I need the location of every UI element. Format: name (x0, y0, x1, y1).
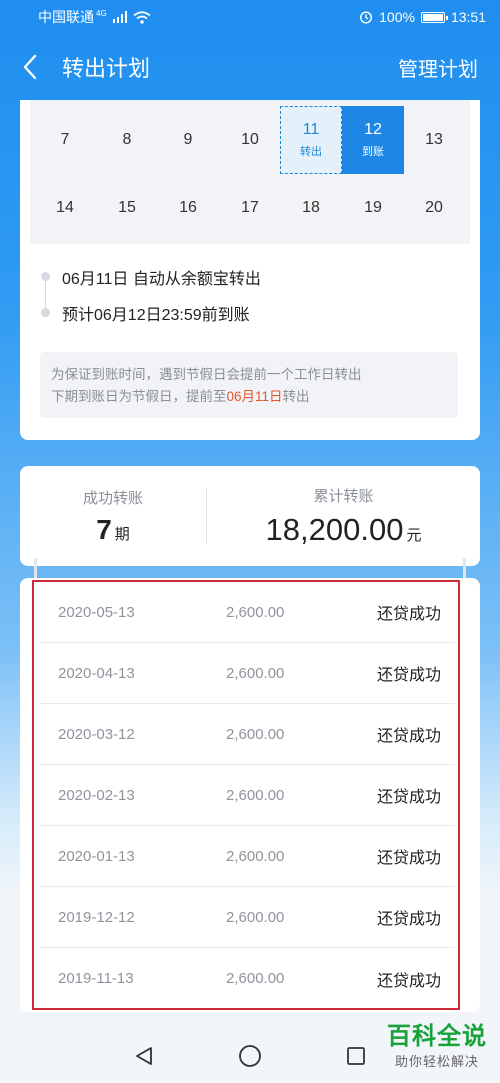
chevron-left-icon (23, 54, 37, 80)
status-bar: 中国联通 4G 100% 13:51 (0, 0, 500, 34)
network-label: 4G (96, 8, 107, 18)
record-row[interactable]: 2020-04-13 2,600.00 还贷成功 (39, 643, 455, 704)
record-amount: 2,600.00 (226, 970, 285, 987)
calendar-day[interactable]: 13 (403, 106, 465, 174)
record-amount: 2,600.00 (226, 725, 285, 743)
record-date: 2020-04-13 (58, 664, 135, 682)
manage-plan-button[interactable]: 管理计划 (398, 53, 478, 82)
calendar-day-tag: 转出 (300, 146, 322, 158)
page-title: 转出计划 (62, 56, 151, 81)
record-date: 2019-12-12 (58, 908, 135, 926)
calendar-day[interactable]: 18 (280, 174, 342, 242)
plan-calendar-card: 7 8 9 10 11 转出 12 到账 13 14 15 16 17 18 1… (20, 100, 480, 440)
transfer-records-card: 2020-05-13 2,600.00 还贷成功 2020-04-13 2,60… (20, 578, 480, 1012)
timeline-dot (41, 308, 50, 317)
total-amount-block: 累计转账 18,200.00 元 (207, 485, 480, 548)
records-highlight-frame: 2020-05-13 2,600.00 还贷成功 2020-04-13 2,60… (32, 580, 460, 1010)
carrier-label: 中国联通 (38, 9, 94, 25)
transfer-timeline: 06月11日 自动从余额宝转出 预计06月12日23:59前到账 (40, 250, 460, 340)
watermark-subtitle: 助你轻松解决 (394, 1054, 479, 1069)
battery-icon (420, 11, 448, 23)
triangle-back-icon (136, 1047, 152, 1065)
record-status: 还贷成功 (376, 972, 441, 990)
alarm-icon (360, 11, 373, 24)
record-amount: 2,600.00 (226, 664, 285, 682)
record-amount: 2,600.00 (226, 847, 285, 865)
calendar-grid: 7 8 9 10 11 转出 12 到账 13 14 15 16 17 18 1… (30, 100, 470, 244)
calendar-day-number: 12 (364, 121, 382, 138)
notice-line: 下期到账日为节假日，提前至06月11日转出 (51, 389, 310, 404)
notice-highlight-date: 06月11日 (226, 389, 283, 404)
record-date: 2020-03-12 (58, 725, 135, 743)
wifi-icon (133, 10, 151, 24)
record-amount: 2,600.00 (226, 786, 285, 804)
record-row[interactable]: 2020-01-13 2,600.00 还贷成功 (39, 826, 455, 887)
calendar-day[interactable]: 17 (219, 174, 281, 242)
record-row[interactable]: 2020-02-13 2,600.00 还贷成功 (39, 765, 455, 826)
calendar-day[interactable]: 8 (96, 106, 158, 174)
calendar-day[interactable]: 10 (219, 106, 281, 174)
record-date: 2019-11-13 (58, 970, 134, 987)
watermark-title: 百科全说 (387, 1023, 487, 1050)
calendar-day[interactable]: 20 (403, 174, 465, 242)
clock-time: 13:51 (450, 9, 486, 25)
record-row[interactable]: 2020-03-12 2,600.00 还贷成功 (39, 704, 455, 765)
system-recents-button[interactable] (342, 1042, 370, 1070)
notice-line: 为保证到账时间，遇到节假日会提前一个工作日转出 (51, 367, 362, 382)
timeline-step-arrival: 预计06月12日23:59前到账 (62, 307, 250, 324)
total-amount-label: 累计转账 (313, 487, 374, 505)
calendar-day[interactable]: 19 (342, 174, 404, 242)
record-amount: 2,600.00 (226, 603, 285, 621)
circle-home-icon (239, 1045, 261, 1067)
watermark-logo: 百科全说 助你轻松解决 (374, 1022, 500, 1080)
battery-level: 100% (379, 9, 415, 25)
calendar-day[interactable]: 15 (96, 174, 158, 242)
calendar-day[interactable]: 16 (157, 174, 219, 242)
calendar-day-tag: 到账 (362, 146, 384, 158)
record-amount: 2,600.00 (226, 908, 285, 926)
record-row[interactable]: 2019-12-12 2,600.00 还贷成功 (39, 887, 455, 948)
calendar-day-transfer-out[interactable]: 11 转出 (280, 106, 342, 174)
calendar-day-number: 11 (302, 121, 320, 138)
total-amount-value: 18,200.00 元 (265, 511, 422, 547)
timeline-step-transfer: 06月11日 自动从余额宝转出 (62, 271, 261, 288)
record-row[interactable]: 2020-05-13 2,600.00 还贷成功 (39, 582, 455, 643)
success-count-block: 成功转账 7期 (20, 487, 206, 546)
calendar-day[interactable]: 7 (34, 106, 96, 174)
timeline-connector (45, 278, 46, 308)
calendar-day[interactable]: 9 (157, 106, 219, 174)
holiday-notice: 为保证到账时间，遇到节假日会提前一个工作日转出 下期到账日为节假日，提前至06月… (40, 352, 458, 418)
calendar-day[interactable]: 14 (34, 174, 96, 242)
record-status: 还贷成功 (376, 606, 441, 623)
record-date: 2020-01-13 (58, 847, 135, 865)
square-recents-icon (347, 1047, 365, 1065)
nav-bar: 转出计划 管理计划 (0, 34, 500, 100)
system-home-button[interactable] (236, 1042, 264, 1070)
success-count-value: 7期 (96, 513, 130, 545)
record-status: 还贷成功 (376, 789, 441, 806)
success-count-label: 成功转账 (82, 489, 143, 507)
record-date: 2020-05-13 (58, 603, 135, 621)
record-status: 还贷成功 (376, 850, 441, 867)
back-button[interactable] (0, 34, 60, 100)
system-back-button[interactable] (130, 1042, 158, 1070)
signal-icon (112, 11, 127, 23)
record-status: 还贷成功 (376, 667, 441, 684)
calendar-day-arrival[interactable]: 12 到账 (342, 106, 404, 174)
record-status: 还贷成功 (376, 911, 441, 928)
record-date: 2020-02-13 (58, 786, 135, 804)
transfer-summary-card: 成功转账 7期 累计转账 18,200.00 元 (20, 466, 480, 566)
record-status: 还贷成功 (376, 728, 441, 745)
record-row[interactable]: 2019-11-13 2,600.00 还贷成功 (39, 948, 455, 1009)
